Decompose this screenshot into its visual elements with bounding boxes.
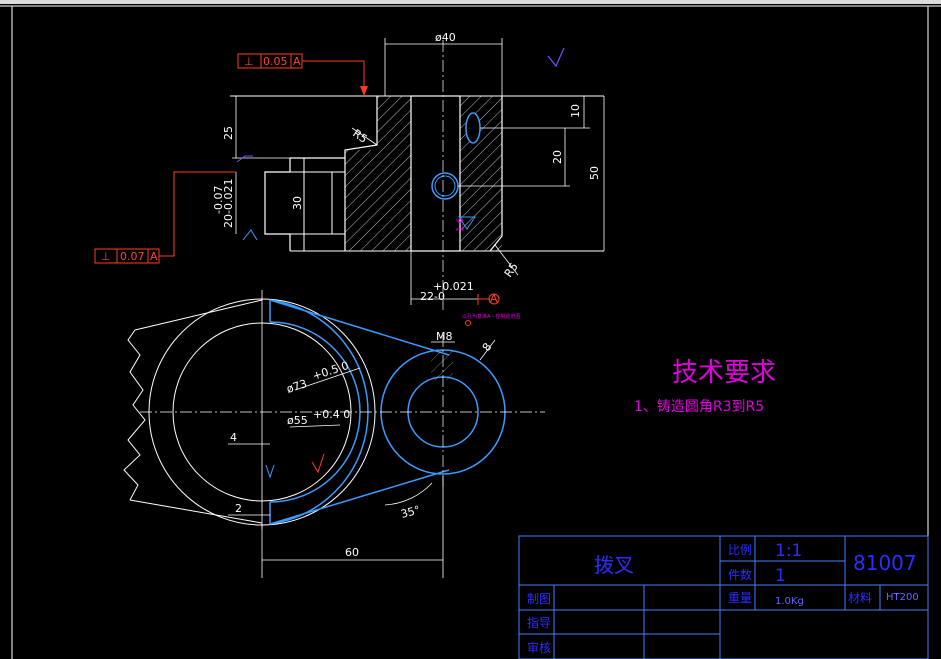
fcf-top-datum: A <box>293 55 301 68</box>
fcf-top: ⊥ 0.05 A <box>237 53 368 96</box>
fcf-left-datum: A <box>150 250 158 263</box>
scale-label: 比例 <box>728 543 752 557</box>
dim-d55: ø55 <box>287 414 308 427</box>
tech-requirements-note: 1、铸造圆角R3到R5 <box>634 399 764 415</box>
roughness-icon-left-top <box>236 155 253 163</box>
dim-50: 50 <box>588 166 601 180</box>
dim-r5-top: R5 <box>350 127 369 146</box>
dim-r5-bottom: R5 <box>502 260 521 279</box>
dim-angle: 35° <box>399 503 421 521</box>
window-top-strip <box>0 0 941 4</box>
roughness-icon-fork-2 <box>311 453 325 474</box>
dim-20: 20 <box>551 150 564 164</box>
dim-d73: ø73 <box>285 377 309 396</box>
roughness-value: 1.6 <box>456 217 466 232</box>
fcf-left-symbol: ⊥ <box>101 250 111 263</box>
drawing-number: 81007 <box>853 551 917 575</box>
title-block-text: 拨叉 比例 1:1 件数 1 81007 重量 1.0Kg 材料 HT200 制… <box>527 541 919 655</box>
roughness-icon-top <box>547 47 565 68</box>
cad-drawing-canvas[interactable]: ø40 50 10 20 25 -0.07 20-0.021 30 R5 R5 … <box>0 0 941 659</box>
qty-value: 1 <box>775 566 786 586</box>
dim-8: 8 <box>480 341 495 354</box>
tech-requirements-title: 技术要求 <box>672 358 776 388</box>
roughness-icon-fork-1 <box>265 464 275 479</box>
dim-tol-left2: 20-0.021 <box>222 179 235 228</box>
guide-label: 指导 <box>527 615 551 630</box>
fcf-top-symbol: ⊥ <box>244 55 254 68</box>
dim-d40: ø40 <box>435 31 456 44</box>
weight-value: 1.0Kg <box>775 596 804 607</box>
dim-60: 60 <box>345 546 359 559</box>
dim-2: 2 <box>235 502 242 515</box>
weight-label: 重量 <box>728 591 752 605</box>
datum-a-marker: A <box>490 292 498 305</box>
dim-30: 30 <box>291 196 304 210</box>
top-view-dimensions: ø73 +0.5 0 ø55 +0.4 0 4 2 60 35° M8 8 <box>228 330 496 578</box>
fcf-top-value: 0.05 <box>263 55 288 68</box>
material-label: 材料 <box>848 591 872 605</box>
dim-d55-tol: +0.4 0 <box>313 408 350 421</box>
qty-label: 件数 <box>728 567 752 582</box>
scale-value: 1:1 <box>775 541 802 561</box>
hatch-rib <box>345 150 377 251</box>
hatch-left-wall <box>377 96 411 251</box>
datum-note: 以孔为基准A - 控制此范围 <box>462 313 520 320</box>
material-value: HT200 <box>886 592 919 603</box>
fcf-left-value: 0.07 <box>120 250 145 263</box>
front-section-view <box>230 40 604 310</box>
check-label: 审核 <box>527 640 551 655</box>
roughness-icon-left <box>242 229 258 241</box>
dim-4: 4 <box>230 431 237 444</box>
dim-25: 25 <box>222 126 235 140</box>
dim-bore-base: 22-0 <box>420 290 445 303</box>
drawn-by-label: 制图 <box>527 592 551 606</box>
dim-m8: M8 <box>436 330 453 343</box>
part-name: 拨叉 <box>594 553 634 577</box>
dim-10: 10 <box>569 104 582 118</box>
